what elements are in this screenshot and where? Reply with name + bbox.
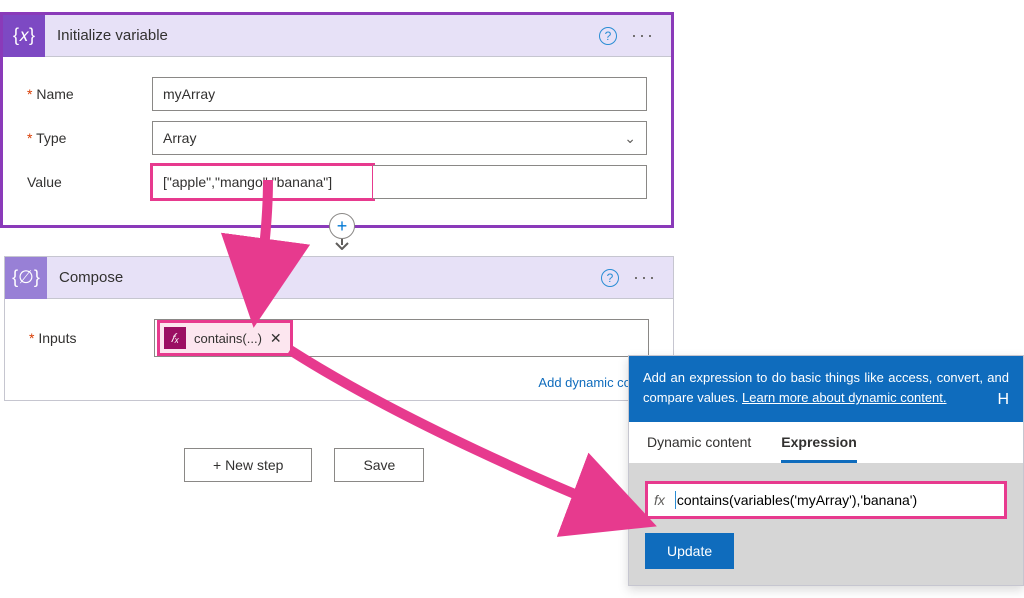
add-dynamic-content-link[interactable]: Add dynamic conte — [5, 371, 673, 400]
name-input[interactable]: myArray — [152, 77, 647, 111]
text-caret — [675, 491, 676, 509]
footer-buttons: + New step Save — [184, 448, 424, 482]
help-icon[interactable]: ? — [601, 269, 619, 287]
flyout-tabs: Dynamic content Expression — [629, 422, 1023, 463]
type-label: Type — [27, 130, 152, 146]
expression-text: contains(variables('myArray'),'banana') — [677, 492, 917, 508]
card-title: Initialize variable — [45, 27, 599, 44]
type-select[interactable]: Array ⌄ — [152, 121, 647, 155]
more-menu-icon[interactable]: ··· — [633, 267, 657, 288]
help-icon[interactable]: ? — [599, 27, 617, 45]
expression-flyout: Add an expression to do basic things lik… — [628, 355, 1024, 586]
remove-token-icon[interactable]: ✕ — [270, 330, 282, 347]
add-action-button[interactable]: + — [329, 213, 355, 239]
learn-more-link[interactable]: Learn more about dynamic content. — [742, 390, 947, 405]
inputs-label: Inputs — [29, 330, 154, 346]
value-label: Value — [27, 174, 152, 190]
fx-label: fx — [654, 492, 665, 508]
flyout-hint-letter: H — [997, 388, 1009, 413]
tab-dynamic-content[interactable]: Dynamic content — [647, 434, 751, 463]
save-button[interactable]: Save — [334, 448, 424, 482]
compose-card: {∅} Compose ? ··· Inputs 𝑓ₓ contains(...… — [4, 256, 674, 401]
name-label: Name — [27, 86, 152, 102]
expression-token[interactable]: 𝑓ₓ contains(...) ✕ — [159, 322, 291, 354]
token-label: contains(...) — [194, 331, 262, 346]
value-input-extra[interactable] — [373, 165, 647, 199]
fx-badge-icon: 𝑓ₓ — [164, 327, 186, 349]
card-title: Compose — [47, 269, 601, 286]
card-header: {𝑥} Initialize variable ? ··· — [3, 15, 671, 57]
compose-icon: {∅} — [5, 257, 47, 299]
flyout-header: Add an expression to do basic things lik… — [629, 356, 1023, 422]
more-menu-icon[interactable]: ··· — [631, 25, 655, 46]
new-step-button[interactable]: + New step — [184, 448, 312, 482]
chevron-down-icon: ⌄ — [624, 130, 636, 147]
expression-input[interactable]: fx contains(variables('myArray'),'banana… — [645, 481, 1007, 519]
tab-expression[interactable]: Expression — [781, 434, 856, 463]
card-header: {∅} Compose ? ··· — [5, 257, 673, 299]
initialize-variable-card: {𝑥} Initialize variable ? ··· Name myArr… — [2, 14, 672, 226]
value-input[interactable]: ["apple","mango","banana"] — [152, 165, 373, 199]
variable-icon: {𝑥} — [3, 15, 45, 57]
inputs-field[interactable]: 𝑓ₓ contains(...) ✕ — [154, 319, 649, 357]
update-button[interactable]: Update — [645, 533, 734, 569]
